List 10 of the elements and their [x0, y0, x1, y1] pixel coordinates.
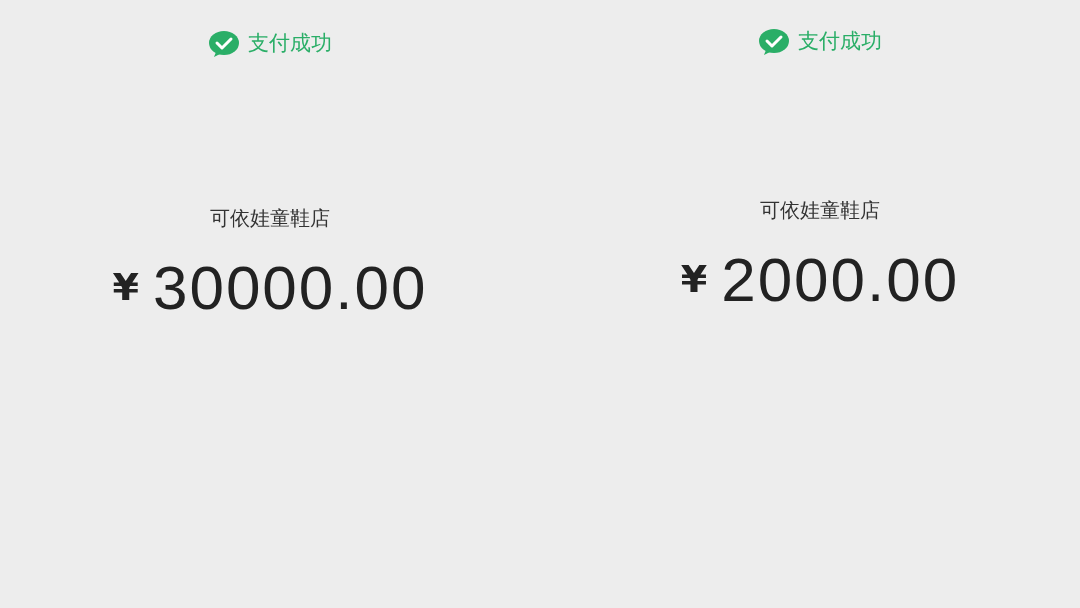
checkmark-icon — [758, 27, 790, 56]
currency-symbol: ¥ — [112, 263, 139, 311]
payment-amount: 2000.00 — [721, 243, 960, 316]
status-text: 支付成功 — [798, 28, 882, 55]
checkmark-icon — [208, 29, 240, 58]
merchant-name: 可依娃童鞋店 — [210, 204, 330, 232]
status-text: 支付成功 — [248, 30, 332, 57]
merchant-name: 可依娃童鞋店 — [760, 196, 880, 224]
payment-amount: 30000.00 — [152, 251, 428, 324]
currency-symbol: ¥ — [680, 255, 708, 303]
